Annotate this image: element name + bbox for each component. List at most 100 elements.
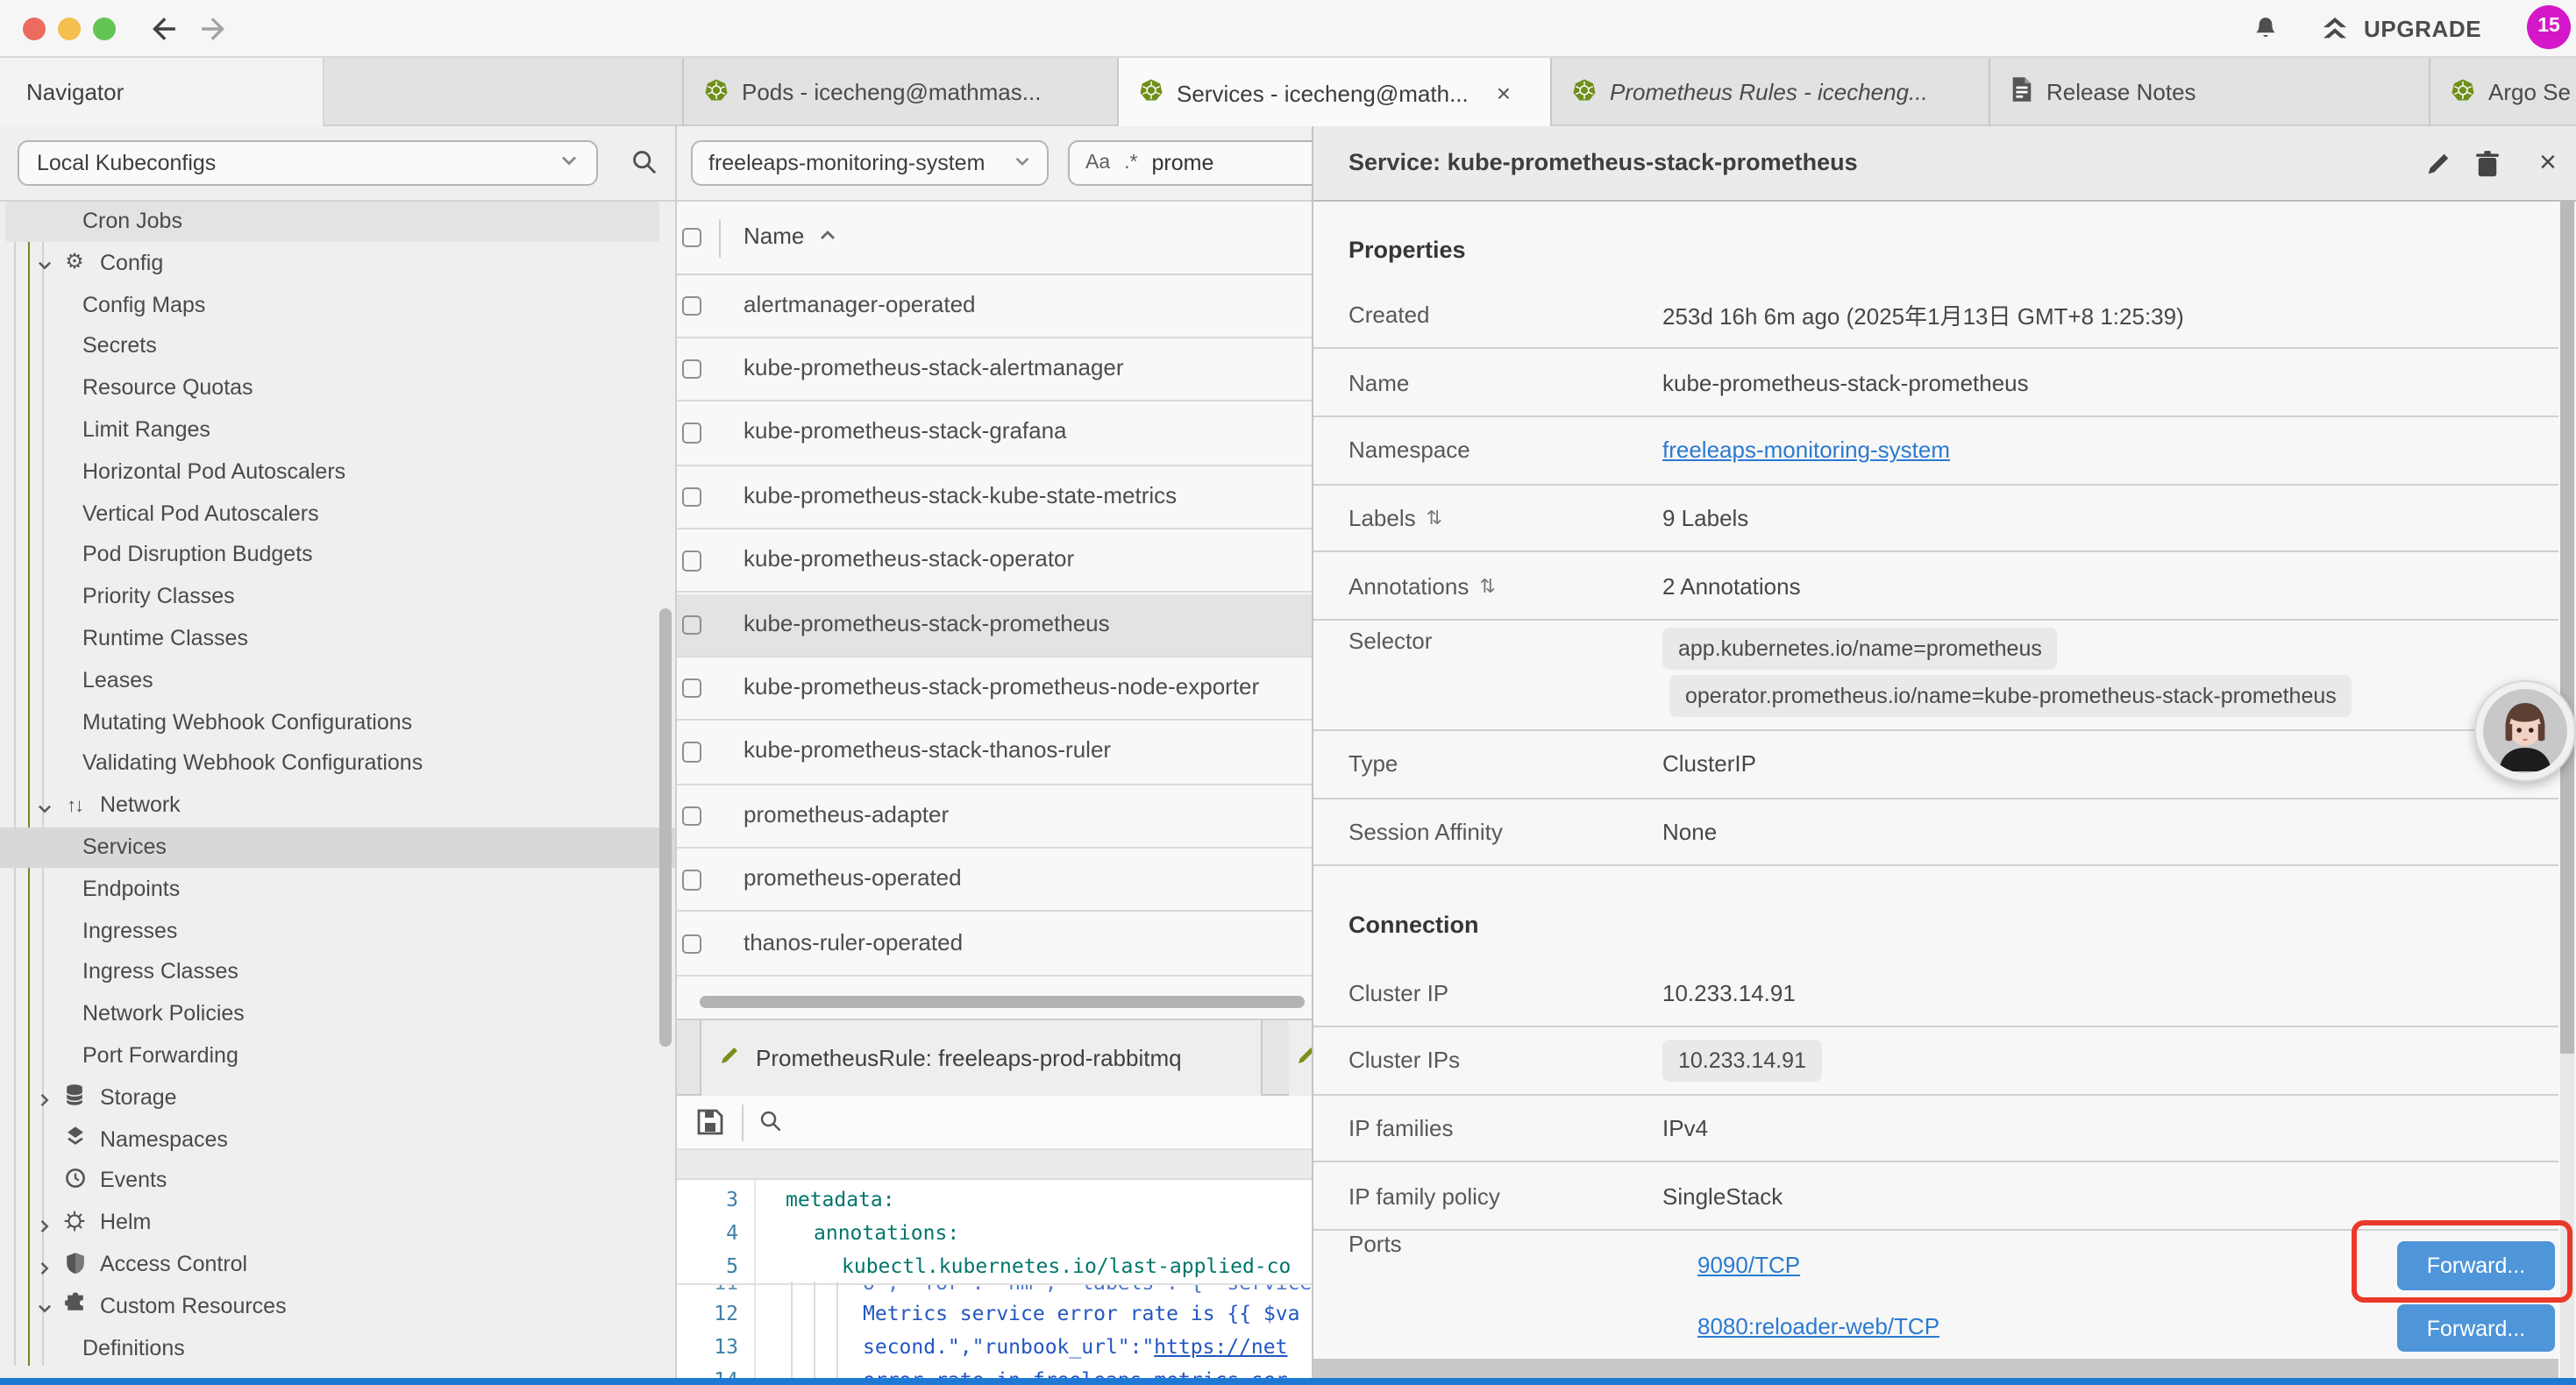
close-icon[interactable]: × (2539, 126, 2557, 201)
tab-services-icecheng-math[interactable]: Services - icecheng@math...× (1119, 58, 1552, 128)
delete-trash-icon[interactable] (2476, 126, 2499, 201)
row-checkbox[interactable] (681, 423, 701, 444)
regex-toggle[interactable]: .* (1124, 152, 1137, 173)
sidebar-item-config[interactable]: ⚙Config (0, 243, 677, 285)
table-row-kube-prometheus-stack-operator[interactable]: kube-prometheus-stack-operator (677, 529, 1312, 593)
port-link-8080-reloader-web-tcp[interactable]: 8080:reloader-web/TCP (1697, 1313, 1939, 1339)
sidebar-item-priority-classes[interactable]: Priority Classes (0, 576, 677, 618)
notification-badge[interactable]: 15 (2527, 4, 2571, 48)
tab-pods-icecheng-mathmas[interactable]: Pods - icecheng@mathmas... (682, 58, 1119, 126)
row-checkbox[interactable] (681, 806, 701, 826)
sidebar-item-endpoints[interactable]: Endpoints (0, 869, 677, 911)
sidebar-item-runtime-classes[interactable]: Runtime Classes (0, 618, 677, 660)
forward-arrow-icon[interactable] (200, 14, 230, 53)
sidebar-item-network[interactable]: ↑↓Network (0, 785, 677, 827)
row-checkbox[interactable] (681, 487, 701, 507)
sidebar-scrollbar-thumb[interactable] (659, 608, 672, 1047)
sidebar-item-port-forwarding[interactable]: Port Forwarding (0, 1035, 677, 1077)
table-row-kube-prometheus-stack-alertmanager[interactable]: kube-prometheus-stack-alertmanager (677, 338, 1312, 402)
tab-navigator[interactable]: Navigator (0, 58, 324, 126)
table-row-kube-prometheus-stack-thanos-ruler[interactable]: kube-prometheus-stack-thanos-ruler (677, 721, 1312, 785)
table-row-kube-prometheus-stack-prometheus[interactable]: kube-prometheus-stack-prometheus (677, 593, 1312, 657)
sidebar-item-custom-resources[interactable]: Custom Resources (0, 1286, 677, 1328)
sidebar-item-limit-ranges[interactable]: Limit Ranges (0, 409, 677, 451)
sidebar-item-ingress-classes[interactable]: Ingress Classes (0, 952, 677, 994)
detail-scrollbar[interactable] (2560, 201, 2574, 1378)
row-checkbox[interactable] (681, 678, 701, 699)
sidebar-item-events[interactable]: Events (0, 1161, 677, 1203)
editor-search-icon[interactable] (759, 1110, 782, 1141)
select-all-checkbox[interactable] (681, 227, 701, 247)
back-arrow-icon[interactable] (147, 14, 177, 53)
tab-prometheus-rules-icecheng[interactable]: Prometheus Rules - icecheng... (1552, 58, 1990, 126)
sidebar-item-helm[interactable]: Helm (0, 1202, 677, 1244)
sidebar-item-services[interactable]: Services (0, 827, 677, 869)
sidebar-item-secrets[interactable]: Secrets (0, 326, 677, 368)
sidebar-item-validating-webhook-configurations[interactable]: Validating Webhook Configurations (0, 743, 677, 785)
row-checkbox[interactable] (681, 295, 701, 316)
namespace-link[interactable]: freeleaps-monitoring-system (1662, 437, 1950, 463)
table-row-kube-prometheus-stack-kube-state-metrics[interactable]: kube-prometheus-stack-kube-state-metrics (677, 465, 1312, 529)
detail-bottom-scroll-track[interactable] (1313, 1359, 2558, 1378)
window-minimize-button[interactable] (58, 17, 81, 39)
row-checkbox[interactable] (681, 742, 701, 763)
sidebar-search-icon[interactable] (631, 149, 658, 184)
sidebar-item-ingresses[interactable]: Ingresses (0, 910, 677, 952)
forward-button-2[interactable]: Forward... (2397, 1304, 2555, 1352)
notifications-bell-icon[interactable] (2253, 16, 2278, 49)
row-checkbox[interactable] (681, 934, 701, 954)
detail-scrollbar-thumb[interactable] (2560, 201, 2574, 1053)
sidebar-item-storage[interactable]: Storage (0, 1077, 677, 1119)
sidebar-item-pod-disruption-budgets[interactable]: Pod Disruption Budgets (0, 535, 677, 577)
window-close-button[interactable] (22, 17, 45, 39)
sidebar-item-config-maps[interactable]: Config Maps (0, 284, 677, 326)
row-checkbox[interactable] (681, 870, 701, 890)
table-row-kube-prometheus-stack-grafana[interactable]: kube-prometheus-stack-grafana (677, 402, 1312, 466)
row-checkbox[interactable] (681, 614, 701, 635)
port-link-9090-tcp[interactable]: 9090/TCP (1697, 1252, 1800, 1278)
match-case-toggle[interactable]: Aa (1085, 152, 1110, 173)
chevron-down-icon[interactable] (37, 1298, 53, 1323)
sidebar-item-cron-jobs[interactable]: Cron Jobs (0, 201, 677, 243)
edit-pencil-icon[interactable] (2425, 126, 2451, 201)
save-icon[interactable] (696, 1108, 724, 1145)
chevron-down-icon[interactable] (37, 797, 53, 821)
sort-arrows-icon[interactable]: ⇅ (1427, 507, 1442, 529)
tab-close-icon[interactable]: × (1497, 79, 1511, 107)
assistant-avatar[interactable] (2474, 680, 2576, 782)
sidebar-item-definitions[interactable]: Definitions (0, 1327, 677, 1369)
sidebar-item-mutating-webhook-configurations[interactable]: Mutating Webhook Configurations (0, 701, 677, 743)
namespace-select[interactable]: freeleaps-monitoring-system (691, 139, 1049, 185)
table-row-prometheus-adapter[interactable]: prometheus-adapter (677, 785, 1312, 849)
table-row-thanos-ruler-operated[interactable]: thanos-ruler-operated (677, 913, 1312, 977)
chevron-right-icon[interactable] (37, 1090, 53, 1114)
tab-release-notes[interactable]: Release Notes (1990, 58, 2430, 126)
editor-scroll-track[interactable] (677, 1150, 1312, 1180)
list-search-input[interactable]: Aa .* prome (1068, 139, 1312, 185)
chevron-right-icon[interactable] (37, 1256, 53, 1281)
sidebar-item-leases[interactable]: Leases (0, 660, 677, 702)
chevron-down-icon[interactable] (37, 255, 53, 280)
editor-tab-partial[interactable] (1289, 1020, 1312, 1096)
sort-arrows-icon[interactable]: ⇅ (1479, 574, 1495, 597)
row-checkbox[interactable] (681, 359, 701, 380)
table-row-alertmanager-operated[interactable]: alertmanager-operated (677, 274, 1312, 338)
sidebar-item-access-control[interactable]: Access Control (0, 1244, 677, 1286)
name-column-header[interactable]: Name (744, 222, 836, 248)
sidebar-item-network-policies[interactable]: Network Policies (0, 993, 677, 1035)
sidebar-item-namespaces[interactable]: Namespaces (0, 1119, 677, 1161)
sidebar-item-resource-quotas[interactable]: Resource Quotas (0, 367, 677, 409)
table-row-prometheus-operated[interactable]: prometheus-operated (677, 849, 1312, 913)
kubeconfig-select[interactable]: Local Kubeconfigs (18, 139, 598, 185)
table-row-kube-prometheus-stack-prometheus-node-exporter[interactable]: kube-prometheus-stack-prometheus-node-ex… (677, 657, 1312, 721)
upgrade-chevrons-icon[interactable] (2322, 18, 2348, 49)
editor-tab-prometheusrule[interactable]: PrometheusRule: freeleaps-prod-rabbitmq (700, 1020, 1263, 1096)
chevron-right-icon[interactable] (37, 1214, 53, 1239)
row-checkbox[interactable] (681, 550, 701, 571)
sidebar-item-vertical-pod-autoscalers[interactable]: Vertical Pod Autoscalers (0, 493, 677, 535)
window-zoom-button[interactable] (93, 17, 116, 39)
upgrade-button[interactable]: UPGRADE (2364, 16, 2481, 42)
tab-argo-se[interactable]: Argo Se (2430, 58, 2576, 126)
yaml-editor[interactable]: 3metadata:4annotations:5kubectl.kubernet… (677, 1180, 1312, 1378)
sidebar-item-horizontal-pod-autoscalers[interactable]: Horizontal Pod Autoscalers (0, 451, 677, 494)
